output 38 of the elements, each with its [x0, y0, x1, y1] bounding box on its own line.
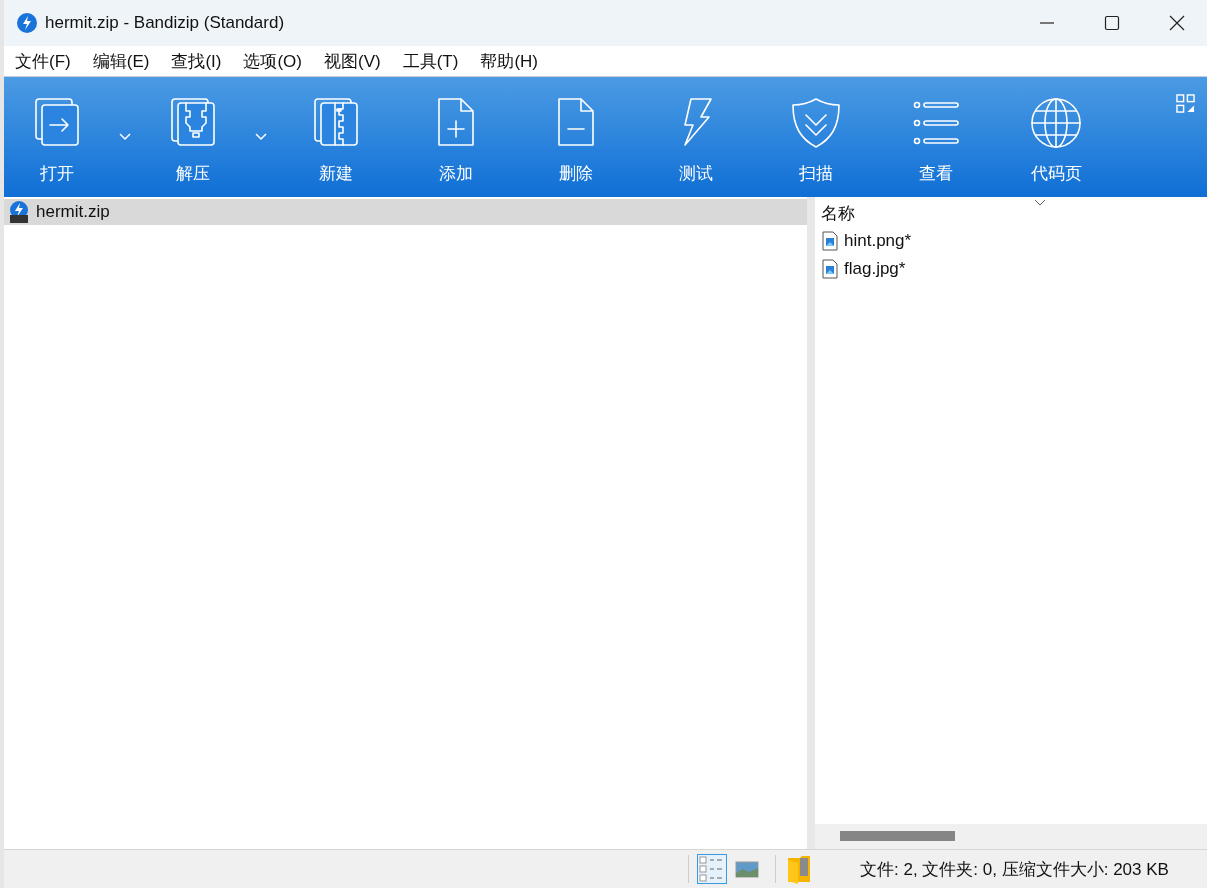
horizontal-scrollbar[interactable]: [815, 824, 1207, 849]
maximize-icon[interactable]: [1104, 15, 1120, 31]
menu-item[interactable]: 视图(V): [313, 49, 392, 73]
toolbar-button[interactable]: 删除: [516, 77, 636, 197]
tree-item[interactable]: hermit.zip: [4, 199, 807, 225]
zip-icon: [311, 97, 361, 149]
shield-icon: [791, 97, 841, 149]
menu-item[interactable]: 工具(T): [391, 49, 470, 73]
globe-icon: [1031, 97, 1081, 149]
toolbar-button[interactable]: 新建: [276, 77, 396, 197]
toolbar-button[interactable]: 代码页: [996, 77, 1116, 197]
toolbar-button[interactable]: 添加: [396, 77, 516, 197]
menu-item[interactable]: 编辑(E): [81, 49, 161, 73]
menu-item[interactable]: 文件(F): [4, 49, 82, 73]
toolbar-button[interactable]: 测试: [636, 77, 756, 197]
caret-icon[interactable]: [1034, 199, 1046, 206]
status-text: 文件: 2, 文件夹: 0, 压缩文件大小: 203 KB: [860, 858, 1169, 881]
toolbar-button[interactable]: 打开: [4, 77, 110, 197]
file-row[interactable]: hint.png*: [815, 227, 1207, 255]
column-header[interactable]: 名称: [821, 202, 855, 227]
close-icon[interactable]: [1169, 15, 1185, 31]
file-row[interactable]: flag.jpg*: [815, 255, 1207, 283]
toolbar-button[interactable]: 查看: [876, 77, 996, 197]
details-view-icon[interactable]: [697, 854, 727, 884]
menu-item[interactable]: 选项(O): [232, 49, 313, 73]
image-file-icon: [822, 259, 838, 279]
menu-item[interactable]: 帮助(H): [469, 49, 549, 73]
zip-icon: [168, 97, 218, 149]
app-logo-icon: [17, 13, 37, 33]
toolbar-button[interactable]: 解压: [140, 77, 246, 197]
menu-item[interactable]: 查找(I): [160, 49, 233, 73]
toolbar-button[interactable]: 扫描: [756, 77, 876, 197]
open-icon: [32, 97, 82, 149]
layout-icon[interactable]: [1176, 94, 1195, 113]
folder-icon[interactable]: [786, 854, 812, 884]
image-file-icon: [822, 231, 838, 251]
window-title: hermit.zip - Bandizip (Standard): [45, 13, 285, 33]
archive-icon: [8, 201, 30, 223]
